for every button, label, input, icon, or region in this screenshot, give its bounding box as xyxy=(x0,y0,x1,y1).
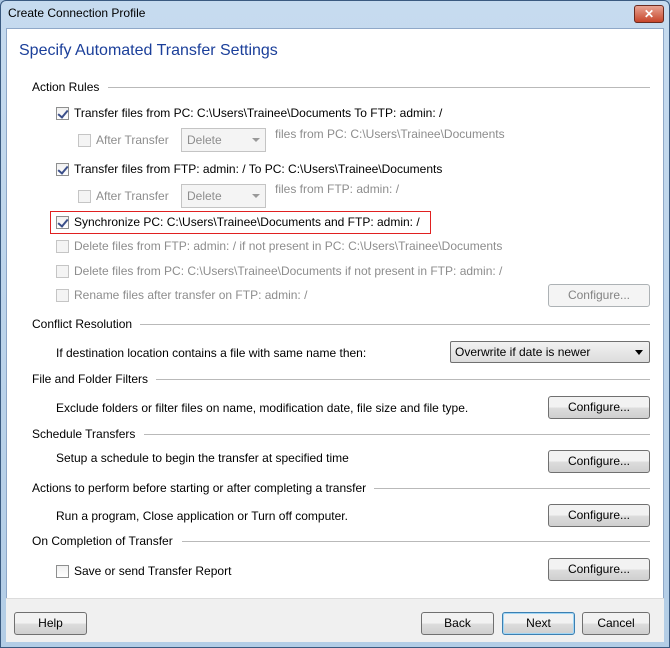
section-conflict-resolution: Conflict Resolution xyxy=(32,317,133,331)
delete-pc-checkbox[interactable] xyxy=(56,265,69,278)
delete-pc-label: Delete files from PC: C:\Users\Trainee\D… xyxy=(74,264,503,278)
transfer-pc-to-ftp-label: Transfer files from PC: C:\Users\Trainee… xyxy=(74,106,443,120)
after-transfer-1-label: After Transfer xyxy=(96,133,169,147)
dialog-content xyxy=(6,28,664,642)
filters-configure-button[interactable]: Configure... xyxy=(548,396,650,419)
section-on-completion: On Completion of Transfer xyxy=(32,534,173,548)
select-value: Delete xyxy=(187,133,222,147)
after-transfer-2-label: After Transfer xyxy=(96,189,169,203)
after-transfer-2-select[interactable]: Delete xyxy=(181,184,266,208)
synchronize-label: Synchronize PC: C:\Users\Trainee\Documen… xyxy=(74,215,420,229)
chevron-down-icon xyxy=(252,194,260,198)
synchronize-checkbox[interactable] xyxy=(56,216,69,229)
divider xyxy=(144,434,650,435)
conflict-label: If destination location contains a file … xyxy=(56,346,367,360)
select-value: Overwrite if date is newer xyxy=(455,345,591,359)
divider xyxy=(182,541,650,542)
after-transfer-2-suffix: files from FTP: admin: / xyxy=(275,182,400,196)
actions-configure-button[interactable]: Configure... xyxy=(548,504,650,527)
divider xyxy=(108,87,650,88)
section-file-folder-filters: File and Folder Filters xyxy=(32,372,149,386)
delete-ftp-label: Delete files from FTP: admin: / if not p… xyxy=(74,239,503,253)
after-transfer-1-select[interactable]: Delete xyxy=(181,128,266,152)
filters-label: Exclude folders or filter files on name,… xyxy=(56,401,469,415)
window-title: Create Connection Profile xyxy=(8,6,146,20)
page-title: Specify Automated Transfer Settings xyxy=(19,42,278,59)
section-schedule-transfers: Schedule Transfers xyxy=(32,427,136,441)
close-icon: ✕ xyxy=(643,7,655,21)
chevron-down-icon xyxy=(635,350,643,355)
select-value: Delete xyxy=(187,189,222,203)
actions-label: Run a program, Close application or Turn… xyxy=(56,509,348,523)
transfer-ftp-to-pc-label: Transfer files from FTP: admin: / To PC:… xyxy=(74,162,443,176)
conflict-select[interactable]: Overwrite if date is newer xyxy=(450,341,650,363)
section-action-rules: Action Rules xyxy=(32,80,100,94)
schedule-configure-button[interactable]: Configure... xyxy=(548,450,650,473)
back-button[interactable]: Back xyxy=(421,612,494,635)
completion-configure-button[interactable]: Configure... xyxy=(548,558,650,581)
divider xyxy=(140,324,650,325)
after-transfer-1-suffix: files from PC: C:\Users\Trainee\Document… xyxy=(275,127,505,141)
transfer-pc-to-ftp-checkbox[interactable] xyxy=(56,107,69,120)
transfer-ftp-to-pc-checkbox[interactable] xyxy=(56,163,69,176)
after-transfer-1-checkbox[interactable] xyxy=(78,134,91,147)
close-button[interactable]: ✕ xyxy=(634,5,664,23)
divider xyxy=(156,379,650,380)
rename-configure-button[interactable]: Configure... xyxy=(548,284,650,307)
rename-checkbox[interactable] xyxy=(56,289,69,302)
section-actions: Actions to perform before starting or af… xyxy=(32,481,367,495)
rename-label: Rename files after transfer on FTP: admi… xyxy=(74,288,308,302)
save-report-checkbox[interactable] xyxy=(56,565,69,578)
cancel-button[interactable]: Cancel xyxy=(582,612,650,635)
next-button[interactable]: Next xyxy=(502,612,575,635)
after-transfer-2-checkbox[interactable] xyxy=(78,190,91,203)
help-button[interactable]: Help xyxy=(14,612,87,635)
delete-ftp-checkbox[interactable] xyxy=(56,240,69,253)
save-report-label: Save or send Transfer Report xyxy=(74,564,232,578)
divider xyxy=(374,488,650,489)
chevron-down-icon xyxy=(252,138,260,142)
schedule-label: Setup a schedule to begin the transfer a… xyxy=(56,451,349,465)
